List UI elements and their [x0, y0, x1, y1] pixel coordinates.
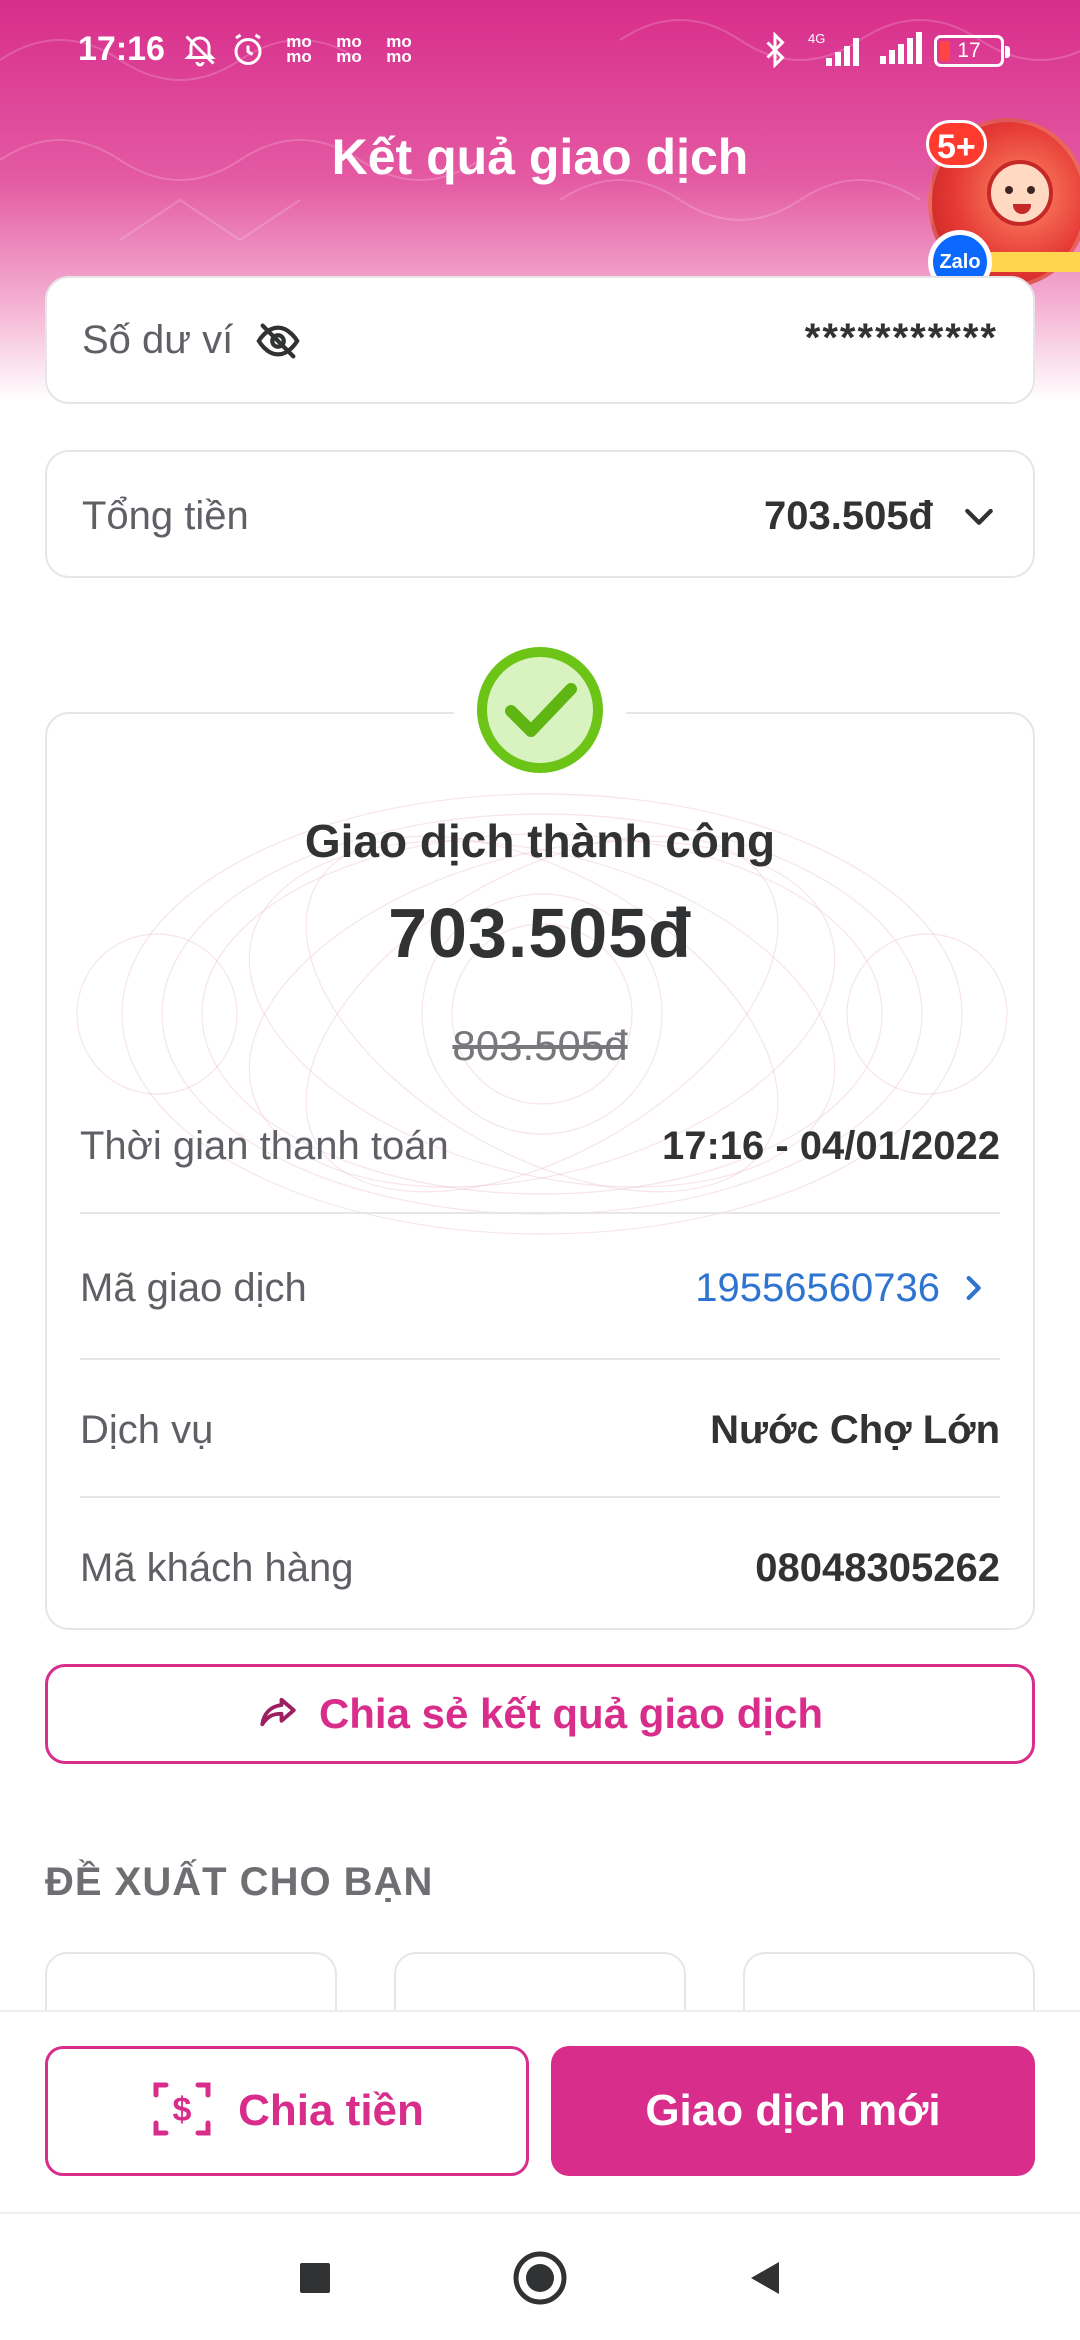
signal-icon [876, 30, 924, 70]
split-money-icon: $ [150, 2077, 214, 2146]
split-bill-button[interactable]: $ Chia tiền [45, 2046, 529, 2176]
share-result-button[interactable]: Chia sẻ kết quả giao dịch [45, 1664, 1035, 1764]
system-navigation-bar [0, 2212, 1080, 2340]
total-amount-label: Tổng tiền [82, 494, 249, 538]
suggestions-title: ĐỀ XUẤT CHO BẠN [45, 1860, 434, 1904]
transaction-status-label: Giao dịch thành công [304, 815, 776, 867]
guilloche-background-pattern [76, 793, 1008, 1235]
page-title: Kết quả giao dịch [331, 129, 749, 185]
transaction-amount: 703.505đ [388, 894, 692, 972]
detail-row-payment-time: Thời gian thanh toán 17:16 - 04/01/2022 [80, 1118, 1000, 1178]
alarm-icon [228, 30, 268, 70]
original-amount-strikethrough: 803.505đ [452, 1022, 628, 1069]
eye-off-icon[interactable] [255, 318, 305, 368]
total-amount-value: 703.505đ [763, 494, 933, 538]
check-circle-icon [473, 643, 607, 782]
transaction-id-label: Mã giao dịch [80, 1266, 307, 1310]
detail-row-service: Dịch vụ Nước Chợ Lớn [80, 1402, 1000, 1462]
share-result-label: Chia sẻ kết quả giao dịch [318, 1690, 824, 1737]
silent-bell-icon [180, 30, 220, 70]
customer-id-label: Mã khách hàng [80, 1546, 354, 1590]
new-transaction-button[interactable]: Giao dịch mới [551, 2046, 1035, 2176]
svg-text:$: $ [173, 2091, 192, 2129]
momo-notification-icon: mo mo [286, 32, 312, 66]
bottom-action-bar: $ Chia tiền Giao dịch mới [0, 2010, 1080, 2210]
customer-id-value: 08048305262 [755, 1546, 1000, 1590]
payment-time-label: Thời gian thanh toán [80, 1124, 449, 1168]
payment-time-value: 17:16 - 04/01/2022 [661, 1124, 1000, 1168]
chevron-down-icon[interactable] [959, 496, 999, 536]
detail-row-customer-id: Mã khách hàng 08048305262 [80, 1540, 1000, 1600]
recent-apps-button[interactable] [285, 2248, 345, 2308]
momo-notification-icon: mo mo [336, 32, 362, 66]
battery-icon: 17 [934, 35, 1010, 67]
status-bar: 17:16 mo mo mo mo mo mo 4G 17 [0, 20, 1080, 80]
detail-row-transaction-id[interactable]: Mã giao dịch 19556560736 [80, 1260, 1000, 1320]
chevron-right-icon[interactable] [956, 1268, 990, 1308]
bluetooth-icon [760, 30, 790, 70]
wallet-balance-value: *********** [804, 316, 998, 360]
battery-level-text: 17 [957, 39, 981, 62]
network-type-label: 4G [808, 31, 825, 46]
share-icon [257, 1691, 299, 1738]
momo-notification-icon: mo mo [386, 32, 412, 66]
promo-banner-ribbon [982, 252, 1080, 272]
transaction-result-screen: 17:16 mo mo mo mo mo mo 4G 17 Kết quả giao … [0, 0, 1080, 2340]
home-button[interactable] [510, 2248, 570, 2308]
new-transaction-label: Giao dịch mới [645, 2086, 941, 2135]
divider [80, 1358, 1000, 1360]
wallet-balance-card: Số dư ví *********** [45, 276, 1035, 404]
success-status-icon-wrapper [454, 638, 626, 786]
split-bill-label: Chia tiền [238, 2086, 424, 2135]
notification-count-badge: 5+ [926, 120, 987, 168]
status-time: 17:16 [78, 30, 165, 68]
transaction-id-value[interactable]: 19556560736 [695, 1266, 940, 1311]
service-label: Dịch vụ [80, 1408, 214, 1452]
back-button[interactable] [735, 2248, 795, 2308]
divider [80, 1212, 1000, 1214]
divider [80, 1496, 1000, 1498]
mascot-icon [987, 160, 1053, 226]
signal-icon: 4G [806, 30, 866, 70]
total-amount-card[interactable]: Tổng tiền 703.505đ [45, 450, 1035, 578]
service-value: Nước Chợ Lớn [710, 1408, 1000, 1452]
wallet-balance-label: Số dư ví [82, 318, 234, 362]
